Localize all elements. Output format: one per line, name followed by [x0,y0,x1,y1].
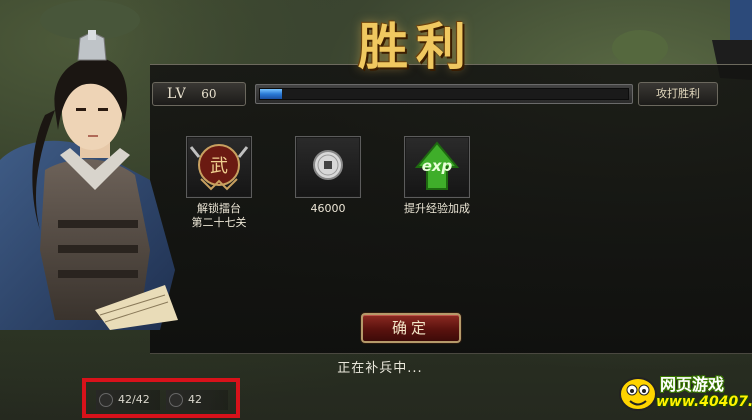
reward-item-exp[interactable]: exp 提升经验加成 [402,136,472,216]
level-value: 60 [201,87,217,101]
battle-result-screen: 胜利 LV 60 攻打胜利 武 解锁擂台 第二十七关 46000 exp 提升经… [0,0,752,420]
exp-boost-icon: exp [404,136,470,198]
exp-progress-bar [255,84,633,104]
victory-title: 胜利 [358,17,474,76]
site-logo: 网页游戏 www.40407.com [612,366,752,420]
confirm-button[interactable]: 确定 [361,313,461,343]
reward-item-unlock[interactable]: 武 解锁擂台 第二十七关 [184,136,254,230]
status-text: 正在补兵中... [337,361,423,376]
logo-text: 网页游戏 [660,375,725,394]
level-indicator: LV 60 [152,82,246,106]
stats-highlight-box [82,378,240,418]
reward-label-exp: 提升经验加成 [404,202,470,215]
svg-text:exp: exp [422,157,453,175]
exp-fill [260,89,283,99]
reward-label-coins: 46000 [310,202,346,215]
coin-icon [295,136,361,198]
attack-victory-tag: 攻打胜利 [638,82,718,106]
exp-track [259,88,629,100]
reward-label-unlock: 解锁擂台 第二十七关 [191,202,247,229]
wu-emblem-icon: 武 [186,136,252,198]
svg-text:武: 武 [210,156,228,177]
hero-portrait [0,30,178,330]
level-label: LV [167,86,187,102]
logo-url: www.40407.com [656,394,752,410]
reward-item-coins[interactable]: 46000 [293,136,363,216]
